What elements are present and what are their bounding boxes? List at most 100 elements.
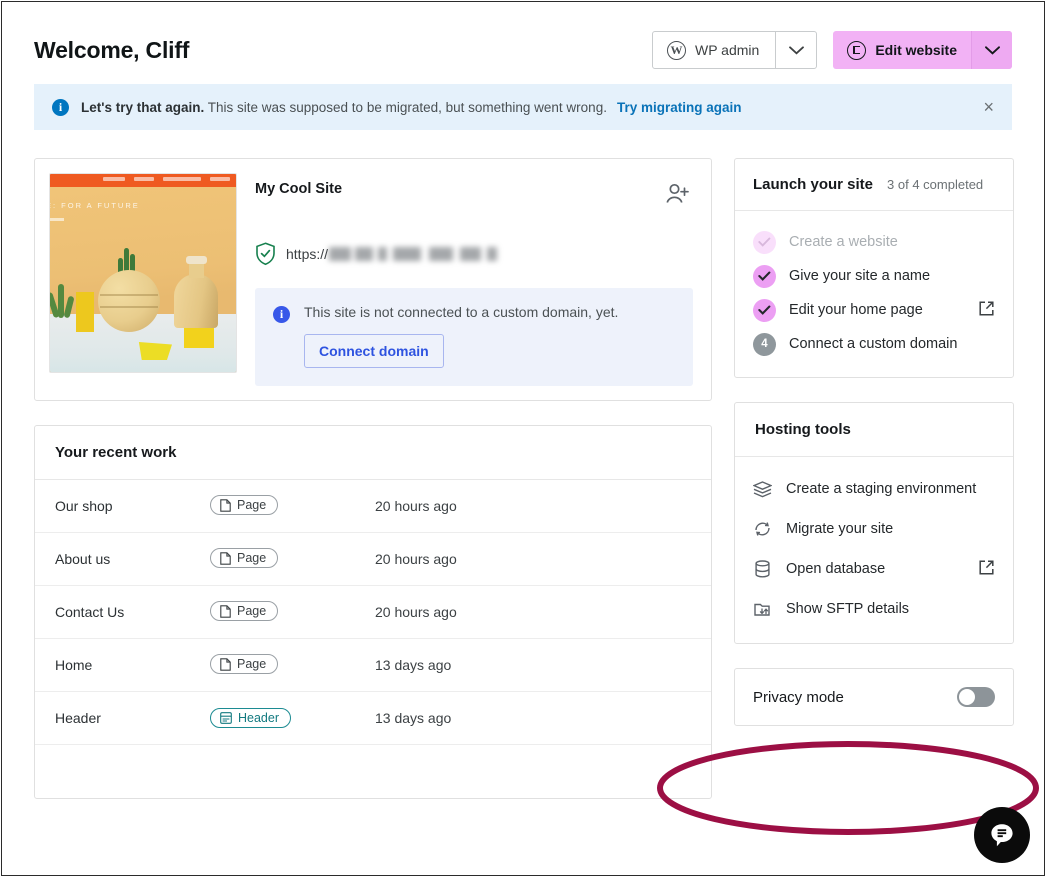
close-icon[interactable]: ×	[981, 94, 996, 120]
recent-work-title: Your recent work	[35, 426, 711, 480]
launch-title: Launch your site	[753, 176, 874, 193]
row-time: 13 days ago	[375, 710, 452, 726]
site-url-row: https://	[255, 242, 693, 266]
try-migrating-again-link[interactable]: Try migrating again	[617, 100, 742, 115]
shield-check-icon	[256, 242, 275, 266]
check-icon	[753, 230, 776, 254]
sftp-icon	[753, 600, 772, 618]
site-details: My Cool Site https:// i This site is not…	[255, 173, 697, 386]
hosting-tool-migrate-your-site[interactable]: Migrate your site	[753, 509, 995, 549]
hosting-tools-card: Hosting tools Create a staging environme…	[734, 402, 1014, 644]
edit-website-button[interactable]: Edit website	[833, 31, 971, 69]
type-label: Page	[237, 498, 267, 513]
type-label: Page	[237, 551, 267, 566]
privacy-mode-label: Privacy mode	[753, 688, 844, 706]
type-badge: Page	[210, 654, 279, 675]
wordpress-icon: W	[666, 40, 686, 60]
header-actions: W WP admin Edit website	[651, 31, 1012, 69]
thumbnail-heading: E: FOR A FUTURE	[49, 201, 140, 210]
launch-progress: 3 of 4 completed	[887, 177, 984, 192]
page-icon	[220, 605, 231, 618]
site-url[interactable]: https://	[286, 246, 498, 262]
table-row[interactable]: Header Header 13 days ago	[35, 692, 711, 745]
table-footer-spacer	[35, 745, 711, 798]
migration-notice-banner: i Let's try that again. This site was su…	[34, 84, 1012, 130]
task-label: Connect a custom domain	[789, 336, 958, 352]
external-link-icon[interactable]	[978, 559, 995, 580]
task-label: Edit your home page	[789, 302, 923, 318]
thumbnail-bottle	[174, 274, 218, 328]
launch-task-edit-your-home-page[interactable]: Edit your home page	[753, 293, 995, 327]
row-name: Home	[55, 657, 93, 673]
tool-label: Show SFTP details	[786, 601, 910, 617]
site-name: My Cool Site	[255, 181, 343, 197]
row-time: 20 hours ago	[375, 551, 457, 567]
right-column: Launch your site 3 of 4 completed Create…	[734, 158, 1014, 726]
type-badge: Header	[210, 707, 291, 728]
privacy-mode-toggle[interactable]	[957, 687, 995, 707]
row-time: 20 hours ago	[375, 604, 457, 620]
type-badge: Page	[210, 495, 279, 516]
wp-admin-split-button[interactable]: W WP admin	[651, 31, 818, 69]
task-label: Give your site a name	[789, 268, 931, 284]
type-label: Page	[237, 604, 267, 619]
thumbnail-block-left	[76, 292, 94, 332]
editor-icon	[847, 40, 867, 60]
chevron-down-icon	[984, 45, 1000, 55]
site-overview-card: E: FOR A FUTURE My Cool Site https:// i …	[34, 158, 712, 401]
edit-website-split-button[interactable]: Edit website	[833, 31, 1012, 69]
site-screenshot-thumbnail[interactable]: E: FOR A FUTURE	[49, 173, 237, 373]
custom-domain-notice: i This site is not connected to a custom…	[255, 288, 693, 386]
row-name: Our shop	[55, 498, 113, 514]
task-label: Create a website	[789, 234, 898, 250]
table-row[interactable]: About us Page 20 hours ago	[35, 533, 711, 586]
edit-website-dropdown-toggle[interactable]	[972, 31, 1012, 69]
layers-icon	[753, 480, 772, 498]
launch-your-site-card: Launch your site 3 of 4 completed Create…	[734, 158, 1014, 378]
row-time: 13 days ago	[375, 657, 452, 673]
row-name: About us	[55, 551, 111, 567]
launch-task-create-a-website[interactable]: Create a website	[753, 225, 995, 259]
sync-icon	[753, 520, 772, 538]
edit-website-label: Edit website	[875, 42, 957, 58]
chevron-down-icon	[788, 45, 804, 55]
toggle-knob	[959, 689, 975, 705]
chat-widget-button[interactable]	[974, 807, 1030, 863]
launch-task-connect-a-custom-domain[interactable]: 4 Connect a custom domain	[753, 327, 995, 361]
banner-text: Let's try that again. This site was supp…	[81, 100, 607, 115]
hosting-tool-show-sftp-details[interactable]: Show SFTP details	[753, 589, 995, 629]
hosting-tool-open-database[interactable]: Open database	[753, 549, 995, 589]
custom-domain-notice-text: This site is not connected to a custom d…	[304, 304, 619, 320]
hosting-tools-title: Hosting tools	[735, 403, 1013, 457]
type-badge: Page	[210, 548, 279, 569]
site-url-redacted	[329, 247, 498, 261]
database-icon	[753, 560, 772, 578]
site-url-prefix: https://	[286, 246, 329, 262]
check-icon	[753, 264, 776, 288]
row-name: Contact Us	[55, 604, 125, 620]
launch-task-give-your-site-a-name[interactable]: Give your site a name	[753, 259, 995, 293]
table-row[interactable]: Our shop Page 20 hours ago	[35, 480, 711, 533]
page-icon	[220, 499, 231, 512]
hosting-tool-create-a-staging-environment[interactable]: Create a staging environment	[753, 469, 995, 509]
add-user-icon[interactable]	[663, 181, 693, 212]
recent-work-card: Your recent work Our shop Page 20 hours …	[34, 425, 712, 799]
type-label: Page	[237, 657, 267, 672]
thumbnail-nav	[103, 177, 230, 181]
info-icon: i	[273, 306, 290, 323]
wp-admin-dropdown-toggle[interactable]	[776, 32, 816, 68]
connect-domain-button[interactable]: Connect domain	[304, 334, 444, 368]
table-row[interactable]: Home Page 13 days ago	[35, 639, 711, 692]
step-number-badge: 4	[753, 332, 776, 356]
table-row[interactable]: Contact Us Page 20 hours ago	[35, 586, 711, 639]
thumbnail-wedge	[138, 342, 172, 360]
dashboard-header: Welcome, Cliff W WP admin Edit website	[34, 2, 1012, 80]
left-column: E: FOR A FUTURE My Cool Site https:// i …	[34, 158, 712, 799]
dashboard-body: E: FOR A FUTURE My Cool Site https:// i …	[34, 158, 1014, 799]
wp-admin-label: WP admin	[694, 42, 760, 58]
info-icon: i	[52, 98, 69, 116]
wp-admin-button[interactable]: W WP admin	[653, 32, 775, 68]
banner-strong: Let's try that again.	[81, 99, 205, 115]
external-link-icon[interactable]	[978, 300, 995, 321]
banner-message: This site was supposed to be migrated, b…	[204, 99, 607, 115]
